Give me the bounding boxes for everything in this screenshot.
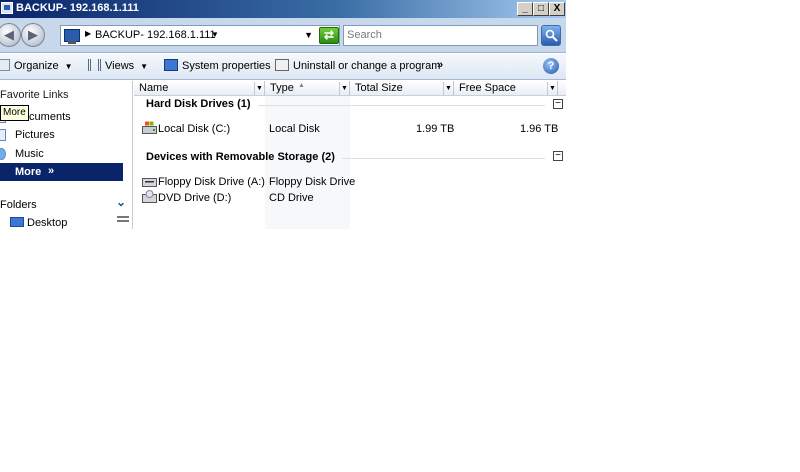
close-button[interactable]: X [549,2,565,16]
tooltip: More [0,105,29,121]
chevron-down-icon[interactable]: ⌄ [116,195,126,209]
column-headers: Name ▼ Type ▲ ▼ Total Size ▼ Free Space … [134,81,566,96]
column-header-type[interactable]: Type ▲ ▼ [265,81,350,96]
minimize-button[interactable]: _ [517,2,533,16]
organize-icon [0,59,10,71]
views-menu[interactable]: Views ▼ [88,59,148,72]
sidebar-item-more[interactable]: More » [0,163,123,181]
address-breadcrumb[interactable]: BACKUP- 192.168.1.111 [95,29,216,41]
sidebar-item-pictures[interactable]: Pictures [0,126,123,144]
sort-ascending-icon: ▲ [298,82,305,89]
table-row[interactable]: DVD Drive (D:) CD Drive [134,190,566,206]
breadcrumb-separator-icon[interactable]: ▶ [85,29,91,38]
computer-icon [1,2,13,14]
drive-free-space: 1.96 TB [520,123,559,135]
group-divider [258,105,545,106]
double-chevron-icon: » [48,165,55,177]
sidebar-item-music[interactable]: Music [0,145,123,163]
toolbar-overflow-button[interactable]: » [437,59,443,71]
uninstall-program-button[interactable]: Uninstall or change a program [275,59,440,72]
drive-type: Floppy Disk Drive [269,176,356,188]
favorite-links-heading: Favorite Links [0,89,69,101]
magnifier-icon [545,29,558,42]
chevron-down-icon: ▼ [140,62,149,71]
desktop-icon [10,217,24,227]
dvd-drive-icon [142,190,157,203]
window-title: BACKUP- 192.168.1.111 [16,2,139,14]
column-header-total-size[interactable]: Total Size ▼ [350,81,454,96]
help-icon: ? [547,60,555,72]
breadcrumb-dropdown-icon[interactable]: ▼ [211,30,219,39]
group-header-hard-disk-drives[interactable]: Hard Disk Drives (1) [146,98,251,110]
hard-disk-icon [142,121,157,134]
group-header-removable-storage[interactable]: Devices with Removable Storage (2) [146,151,335,163]
pane-splitter-handle[interactable] [117,216,129,222]
organize-menu[interactable]: Organize ▼ [0,59,73,72]
navigation-pane: Favorite Links Documents Pictures Music … [0,81,133,229]
system-properties-icon [164,59,178,71]
music-icon [0,148,6,160]
programs-icon [275,59,289,71]
forward-arrow-icon: ▶ [28,27,38,42]
help-button[interactable]: ? [543,58,559,74]
address-bar[interactable]: ▶ BACKUP- 192.168.1.111 ▼ ▼ [60,25,340,46]
search-input[interactable]: Search [343,25,538,46]
drive-type: Local Disk [269,123,320,135]
search-button[interactable] [541,25,561,46]
views-icon [88,59,101,71]
drive-total-size: 1.99 TB [416,123,455,135]
title-bar[interactable]: BACKUP- 192.168.1.111 _ □ X [0,0,566,18]
forward-button[interactable]: ▶ [21,23,45,47]
back-arrow-icon: ◀ [4,27,14,42]
collapse-group-button[interactable]: − [553,151,563,161]
address-history-dropdown-icon[interactable]: ▼ [304,30,313,40]
drive-name: DVD Drive (D:) [158,192,232,204]
system-properties-button[interactable]: System properties [164,59,271,72]
drive-name: Local Disk (C:) [158,123,231,135]
table-row[interactable]: Local Disk (C:) Local Disk 1.99 TB 1.96 … [134,121,566,137]
pictures-icon [0,129,6,141]
column-header-free-space[interactable]: Free Space ▼ [454,81,558,96]
file-list: Name ▼ Type ▲ ▼ Total Size ▼ Free Space … [134,81,566,229]
chevron-down-icon: ▼ [64,62,73,71]
refresh-icon: ⇄ [323,28,335,42]
chevron-down-icon[interactable]: ▼ [443,82,453,95]
chevron-down-icon[interactable]: ▼ [339,82,349,95]
explorer-window: BACKUP- 192.168.1.111 _ □ X ◀ ▶ ▶ BACKUP… [0,0,566,229]
column-header-name[interactable]: Name ▼ [134,81,265,96]
folder-tree-item-desktop[interactable]: Desktop [10,217,67,229]
collapse-group-button[interactable]: − [553,99,563,109]
group-divider [342,158,545,159]
back-button[interactable]: ◀ [0,23,21,47]
table-row[interactable]: Floppy Disk Drive (A:) Floppy Disk Drive [134,174,566,190]
chevron-down-icon[interactable]: ▼ [254,82,264,95]
maximize-button[interactable]: □ [533,2,549,16]
drive-name: Floppy Disk Drive (A:) [158,176,265,188]
refresh-button[interactable]: ⇄ [319,27,339,44]
chevron-down-icon[interactable]: ▼ [547,82,557,95]
navigation-bar: ◀ ▶ ▶ BACKUP- 192.168.1.111 ▼ ▼ ⇄ Search [0,18,566,53]
computer-icon [64,29,80,44]
floppy-drive-icon [142,178,157,187]
folders-heading[interactable]: Folders [0,199,37,211]
drive-type: CD Drive [269,192,314,204]
command-toolbar: Organize ▼ Views ▼ System properties Unins… [0,54,566,80]
